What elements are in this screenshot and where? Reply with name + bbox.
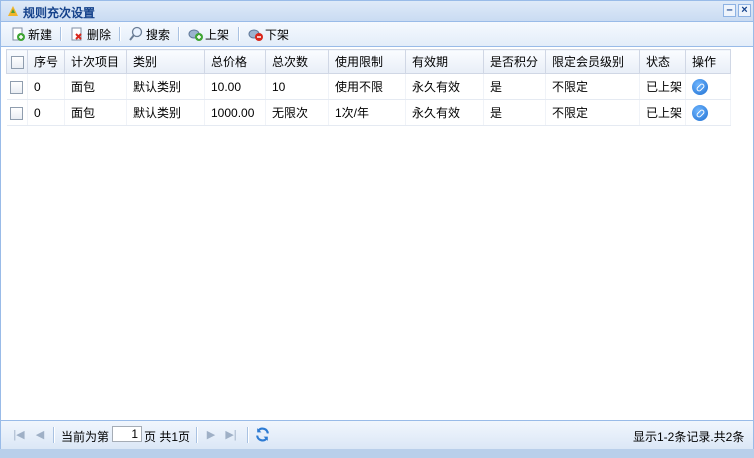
last-page-icon[interactable]: ▶| [224,428,238,442]
cell-member-level: 不限定 [545,99,640,126]
refresh-icon[interactable] [254,426,271,443]
cell-status: 已上架 [639,99,686,126]
close-button[interactable]: × [738,4,751,17]
minimize-button[interactable]: – [723,4,736,17]
column-header[interactable]: 类别 [126,49,205,74]
column-header[interactable]: 序号 [27,49,65,74]
cell-member-level: 不限定 [545,73,640,100]
column-header[interactable]: 使用限制 [328,49,406,74]
next-page-icon[interactable]: ▶ [204,428,218,442]
cell-category: 默认类别 [126,99,205,126]
unshelve-label: 下架 [265,27,290,42]
new-icon [12,27,25,41]
new-button[interactable]: 新建 [10,26,52,42]
app-icon [8,6,18,16]
first-page-icon[interactable]: |◀ [12,428,26,442]
cell-points: 是 [483,73,546,100]
toolbar-separator [60,27,62,41]
cell-usage-limit: 使用不限 [328,73,406,100]
unshelve-icon [248,29,263,41]
row-select-cell [6,99,28,126]
new-label: 新建 [28,27,53,42]
column-header[interactable]: 有效期 [405,49,484,74]
select-all-cell [6,49,28,74]
cell-total-price: 1000.00 [204,99,266,126]
bottom-strip [0,449,754,458]
delete-icon [71,27,82,41]
row-checkbox[interactable] [10,106,24,120]
cell-points: 是 [483,99,546,126]
search-button[interactable]: 搜索 [128,26,170,42]
table-row[interactable]: 0 面包 默认类别 1000.00 无限次 1次/年 永久有效 是 不限定 已上… [6,99,731,126]
cell-validity: 永久有效 [405,73,484,100]
row-checkbox[interactable] [10,80,24,94]
cell-index: 0 [27,99,65,126]
cell-item: 面包 [64,99,127,126]
delete-label: 删除 [87,27,112,42]
link-icon[interactable] [692,104,708,121]
select-all-checkbox[interactable] [10,55,24,69]
rule-table: 序号 计次项目 类别 总价格 总次数 使用限制 有效期 是否积分 限定会员级别 … [6,49,731,126]
search-label: 搜索 [146,27,171,42]
rule-window: 规则充次设置 – × 新建 删除 搜索 上架 下架 序号 计次项目 类别 总价格… [0,0,754,449]
column-header[interactable]: 总次数 [265,49,329,74]
prev-page-icon[interactable]: ◀ [33,428,47,442]
column-header[interactable]: 限定会员级别 [545,49,640,74]
shelve-label: 上架 [205,27,230,42]
cell-action [685,99,731,126]
link-icon[interactable] [692,78,708,95]
row-select-cell [6,73,28,100]
table-row[interactable]: 0 面包 默认类别 10.00 10 使用不限 永久有效 是 不限定 已上架 [6,73,731,100]
window-title: 规则充次设置 [23,6,96,20]
page-total-text: 页 共1页 [144,430,191,444]
title-bar: 规则充次设置 – × [1,1,753,22]
pager-separator [196,427,198,443]
record-summary: 显示1-2条记录.共2条 [633,430,745,444]
current-page-prefix: 当前为第 [61,430,110,444]
table-header-row: 序号 计次项目 类别 总价格 总次数 使用限制 有效期 是否积分 限定会员级别 … [6,49,731,74]
cell-usage-limit: 1次/年 [328,99,406,126]
column-header[interactable]: 状态 [639,49,686,74]
shelve-icon [188,29,203,41]
column-header[interactable]: 总价格 [204,49,266,74]
column-header[interactable]: 是否积分 [483,49,546,74]
cell-category: 默认类别 [126,73,205,100]
cell-index: 0 [27,73,65,100]
delete-button[interactable]: 删除 [69,26,111,42]
cell-total-count: 无限次 [265,99,329,126]
pager-separator [247,427,249,443]
search-icon [129,26,143,41]
cell-validity: 永久有效 [405,99,484,126]
toolbar: 新建 删除 搜索 上架 下架 [1,22,753,47]
toolbar-separator [178,27,180,41]
pager-separator [53,427,55,443]
shelve-button[interactable]: 上架 [187,26,229,42]
toolbar-separator [238,27,240,41]
cell-total-price: 10.00 [204,73,266,100]
page-number-input[interactable]: 1 [112,426,142,442]
cell-item: 面包 [64,73,127,100]
toolbar-separator [119,27,121,41]
cell-action [685,73,731,100]
column-header[interactable]: 计次项目 [64,49,127,74]
cell-total-count: 10 [265,73,329,100]
pagination-bar: |◀ ◀ 当前为第 1 页 共1页 ▶ ▶| 显示1-2条记录.共2条 [1,420,753,449]
column-header[interactable]: 操作 [685,49,731,74]
unshelve-button[interactable]: 下架 [247,26,289,42]
cell-status: 已上架 [639,73,686,100]
